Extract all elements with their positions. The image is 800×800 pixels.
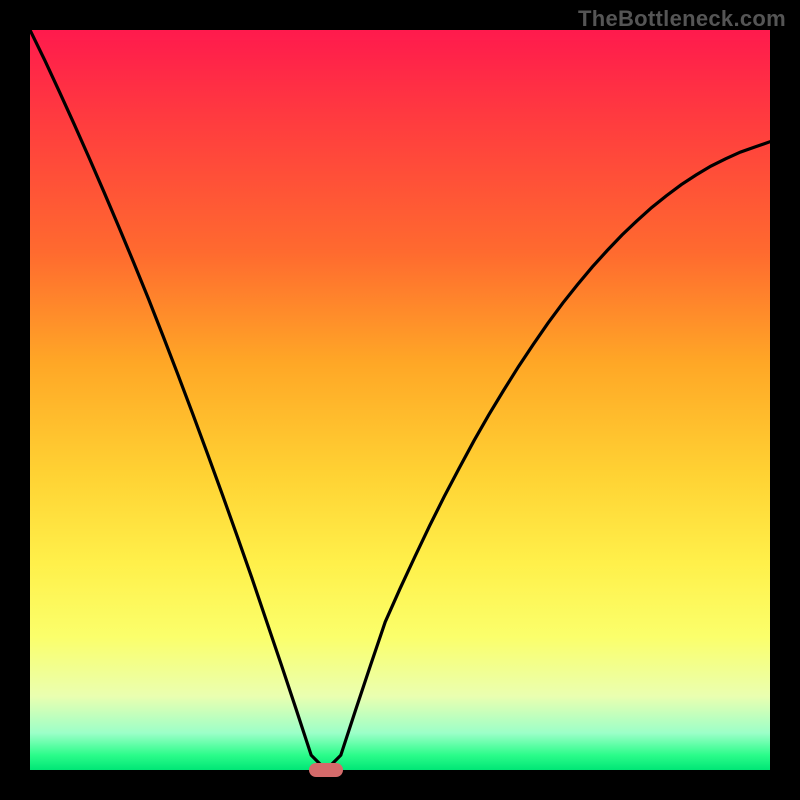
watermark-text: TheBottleneck.com [578, 6, 786, 32]
bottleneck-curve [30, 30, 770, 770]
optimal-point-marker [309, 763, 343, 777]
chart-frame: TheBottleneck.com [0, 0, 800, 800]
